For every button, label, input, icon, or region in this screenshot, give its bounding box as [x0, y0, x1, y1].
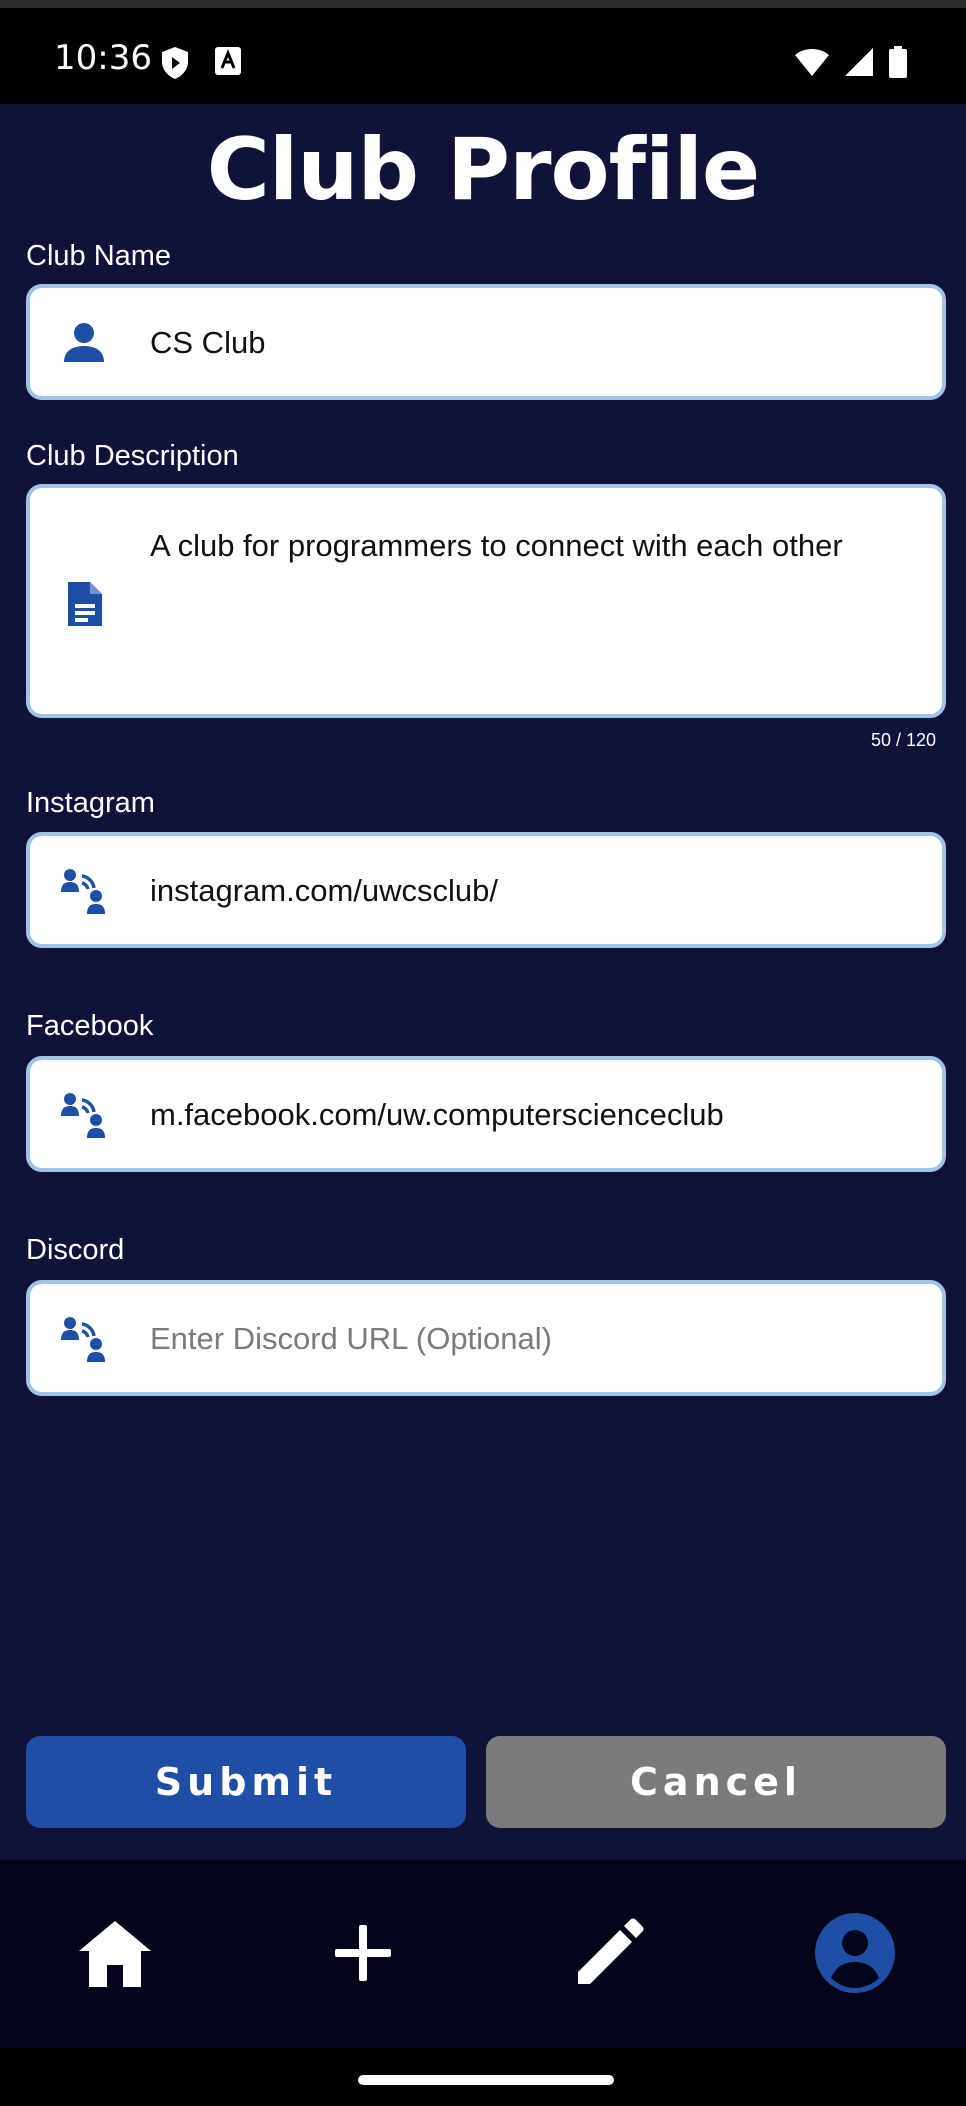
facebook-field[interactable]: m.facebook.com/uw.computerscienceclub: [26, 1056, 946, 1172]
facebook-value[interactable]: m.facebook.com/uw.computerscienceclub: [150, 1091, 912, 1138]
person-icon: [60, 318, 108, 366]
page-title: Club Profile: [206, 120, 761, 220]
club-description-label: Club Description: [26, 440, 239, 472]
submit-button[interactable]: Submit: [26, 1736, 466, 1828]
edit-icon: [572, 1916, 646, 1994]
character-counter: 50 / 120: [870, 730, 936, 750]
status-bar: 10:36: [0, 0, 966, 104]
connect-people-icon: [60, 1314, 108, 1362]
text-a-icon: [214, 46, 242, 80]
nav-edit[interactable]: [566, 1912, 652, 1998]
club-name-value[interactable]: CS Club: [150, 319, 912, 366]
signal-icon: [844, 47, 874, 81]
nav-home[interactable]: [72, 1912, 158, 1998]
club-description-field[interactable]: A club for programmers to connect with e…: [26, 484, 946, 718]
document-icon: [60, 580, 108, 628]
home-icon: [77, 1917, 153, 1993]
instagram-field[interactable]: instagram.com/uwcsclub/: [26, 832, 946, 948]
profile-icon: [814, 1912, 896, 1998]
discord-field[interactable]: Enter Discord URL (Optional): [26, 1280, 946, 1396]
connect-people-icon: [60, 1090, 108, 1138]
discord-label: Discord: [26, 1234, 125, 1266]
wifi-icon: [794, 47, 830, 81]
club-name-label: Club Name: [26, 240, 172, 272]
instagram-value[interactable]: instagram.com/uwcsclub/: [150, 867, 912, 914]
status-time: 10:36: [54, 38, 152, 78]
connect-people-icon: [60, 866, 108, 914]
nav-profile[interactable]: [812, 1912, 898, 1998]
bottom-nav: [0, 1860, 966, 2048]
gesture-bar-area: [0, 2048, 966, 2106]
shield-play-icon: [160, 46, 190, 84]
discord-placeholder[interactable]: Enter Discord URL (Optional): [150, 1315, 912, 1362]
club-profile-screen: Club Profile Club Name CS Club Club Desc…: [0, 104, 966, 1860]
plus-icon: [333, 1923, 393, 1987]
status-icons: [794, 46, 908, 82]
home-gesture-handle[interactable]: [358, 2075, 614, 2085]
club-name-field[interactable]: CS Club: [26, 284, 946, 400]
club-description-value[interactable]: A club for programmers to connect with e…: [150, 522, 912, 569]
cancel-button[interactable]: Cancel: [486, 1736, 946, 1828]
facebook-label: Facebook: [26, 1010, 154, 1042]
nav-add[interactable]: [320, 1912, 406, 1998]
battery-icon: [888, 46, 908, 82]
instagram-label: Instagram: [26, 787, 155, 819]
